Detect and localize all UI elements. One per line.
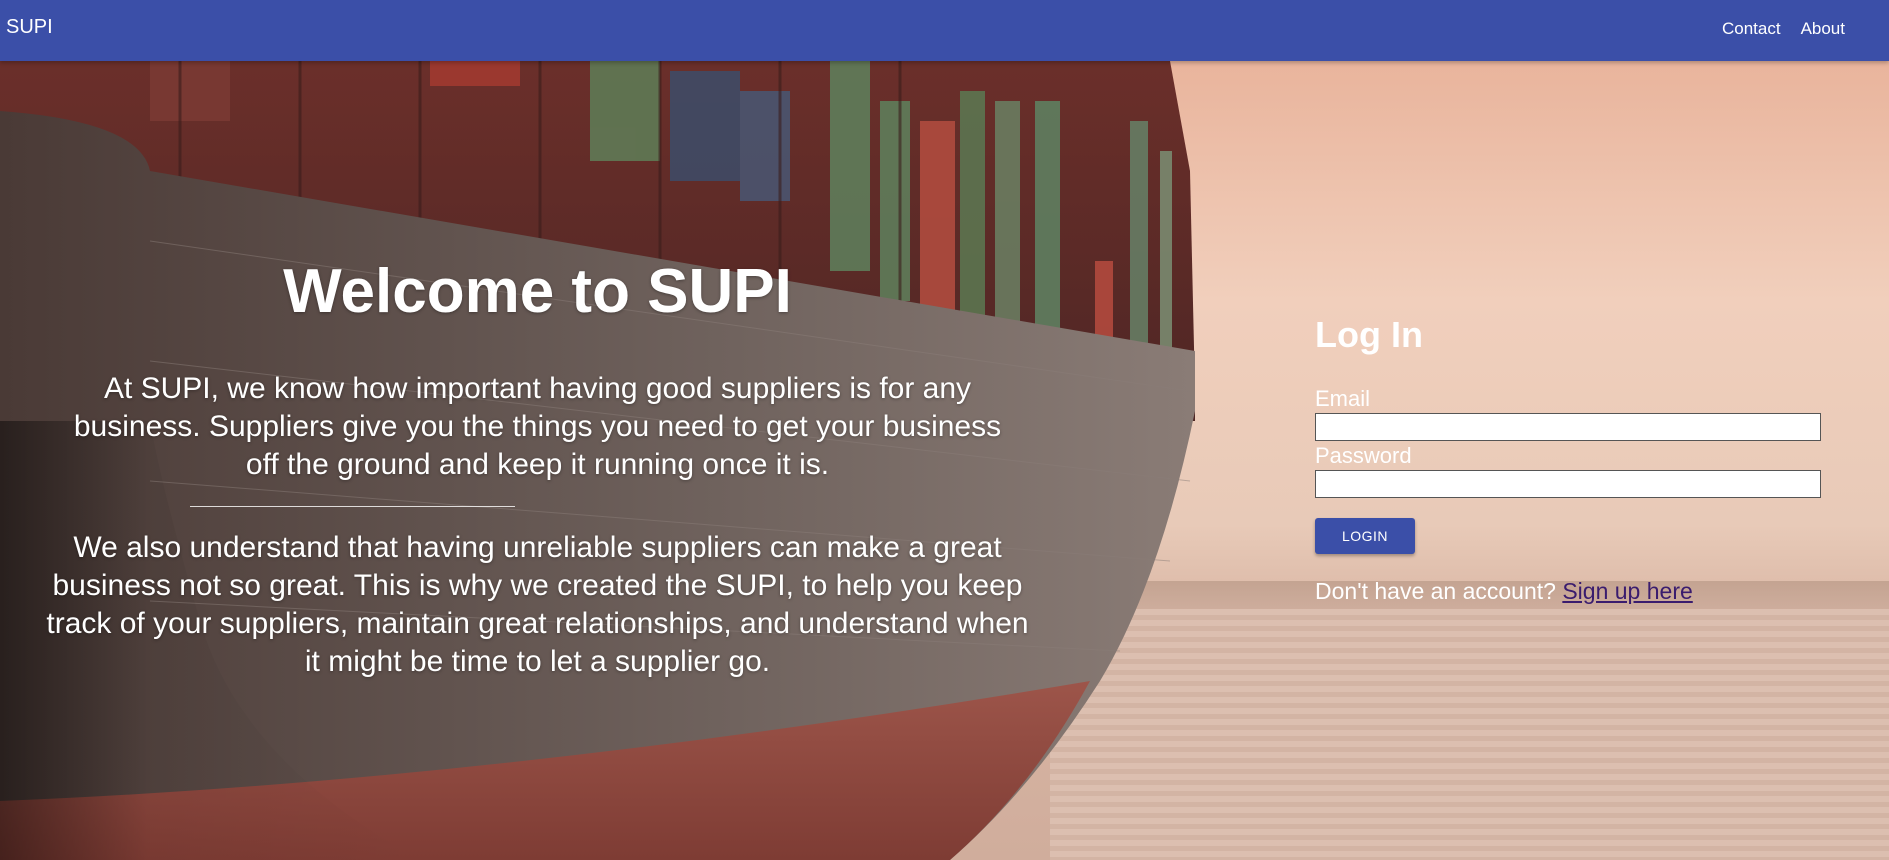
- mission-paragraph: We also understand that having unreliabl…: [46, 531, 1029, 678]
- intro-paragraph: At SUPI, we know how important having go…: [73, 372, 1002, 481]
- email-label: Email: [1315, 386, 1371, 411]
- password-label: Password: [1315, 443, 1412, 468]
- hero-section: Welcome to SUPI At SUPI, we know how imp…: [0, 61, 1889, 860]
- brand-logo[interactable]: SUPI: [6, 16, 53, 39]
- app-bar: SUPI Contact About: [0, 0, 1889, 61]
- welcome-section: Welcome to SUPI At SUPI, we know how imp…: [40, 261, 1035, 681]
- nav-contact-link[interactable]: Contact: [1722, 19, 1781, 39]
- email-field[interactable]: [1315, 413, 1821, 441]
- login-form: Log In Email Password LOGIN Don't have a…: [1315, 317, 1825, 605]
- password-field[interactable]: [1315, 470, 1821, 498]
- signup-prompt: Don't have an account? Sign up here: [1315, 578, 1825, 605]
- login-button[interactable]: LOGIN: [1315, 518, 1415, 554]
- login-title: Log In: [1315, 314, 1423, 355]
- welcome-title: Welcome to SUPI: [283, 257, 792, 326]
- signup-prompt-text: Don't have an account?: [1315, 578, 1556, 604]
- signup-link[interactable]: Sign up here: [1562, 578, 1692, 604]
- top-nav: Contact About: [1722, 19, 1845, 39]
- nav-about-link[interactable]: About: [1801, 19, 1845, 39]
- section-divider: [190, 506, 515, 507]
